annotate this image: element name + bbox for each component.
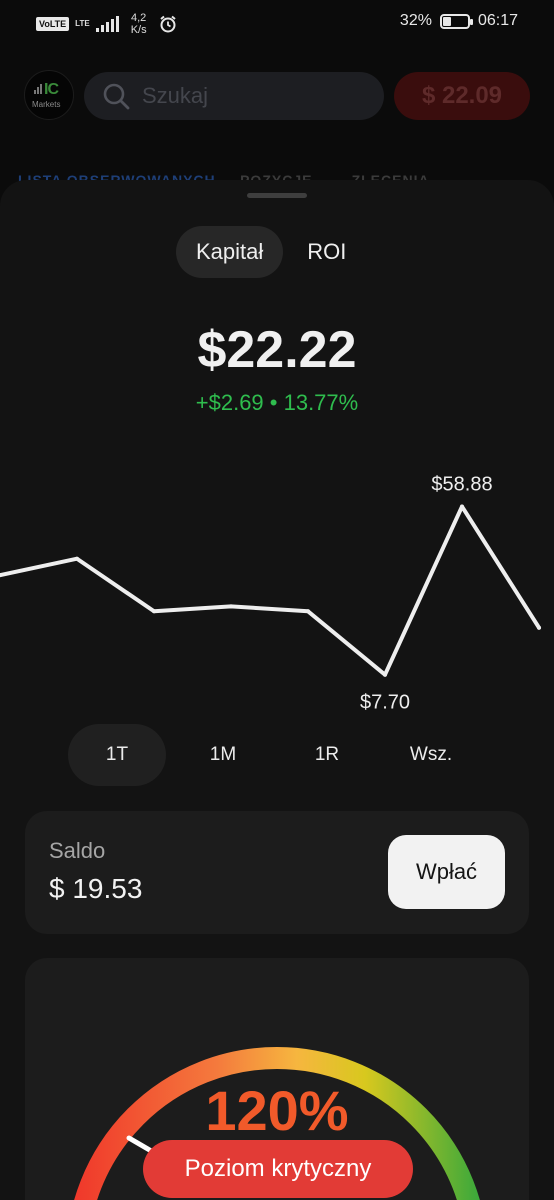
margin-level-card: 120% Poziom krytyczny [25, 958, 529, 1200]
equity-line [0, 504, 541, 677]
chart-point-3 [229, 604, 233, 609]
app-screen: VoLTE LTE 4,2 K/s 32% 06:17 IC Markets S… [0, 0, 554, 1200]
period-1r[interactable]: 1R [278, 724, 376, 786]
speed-value: 4,2 [130, 12, 147, 24]
chart-point-6 [460, 504, 464, 509]
app-top-bar: IC Markets Szukaj $ 22.09 [0, 66, 554, 126]
deposit-button[interactable]: Wpłać [388, 835, 505, 909]
chart-point-4 [306, 609, 310, 614]
chart-max-label: $58.88 [431, 474, 492, 496]
signal-icon [95, 16, 119, 32]
chart-point-2 [152, 609, 156, 614]
search-placeholder: Szukaj [142, 83, 209, 108]
period-selector: 1T 1M 1R Wsz. [68, 724, 508, 786]
sheet-drag-handle[interactable] [247, 193, 307, 198]
margin-level-value: 120% [205, 1079, 349, 1142]
metric-toggle: Kapitał ROI [176, 226, 366, 278]
lte-label: LTE [75, 19, 90, 28]
equity-change: +$2.69 • 13.77% [195, 390, 359, 415]
chart-min-label: $7.70 [360, 692, 410, 714]
toggle-equity[interactable]: Kapitał [176, 226, 284, 278]
equity-sheet: Kapitał ROI $22.22 +$2.69 • 13.77% $58.8… [0, 180, 554, 1200]
period-1m[interactable]: 1M [174, 724, 272, 786]
ic-markets-logo[interactable]: IC Markets [24, 70, 74, 120]
chart-point-1 [75, 556, 79, 561]
search-input[interactable]: Szukaj [84, 72, 384, 120]
speed-unit: K/s [130, 24, 147, 36]
chart-point-5 [383, 672, 387, 677]
balance-value: $ 19.53 [49, 873, 143, 904]
battery-icon [439, 13, 473, 29]
status-left: VoLTE LTE 4,2 K/s [36, 12, 177, 36]
alarm-clock-icon [159, 15, 176, 33]
equity-chart[interactable]: $58.88 $7.70 [0, 450, 554, 720]
balance-label: Saldo [49, 838, 106, 863]
period-all[interactable]: Wsz. [382, 724, 480, 786]
status-bar: VoLTE LTE 4,2 K/s 32% 06:17 [0, 0, 554, 46]
account-balance-button[interactable]: $ 22.09 [394, 72, 530, 120]
margin-status-badge: Poziom krytyczny [143, 1140, 413, 1198]
equity-value: $22.22 [197, 321, 357, 379]
logo-mark: IC [34, 81, 59, 99]
volte-badge: VoLTE [36, 17, 70, 31]
status-right: 32% 06:17 [400, 12, 518, 30]
balance-card: Saldo $ 19.53 Wpłać [25, 811, 529, 934]
battery-percent: 32% [399, 12, 432, 29]
toggle-roi[interactable]: ROI [287, 226, 366, 278]
period-1t[interactable]: 1T [68, 724, 166, 786]
chart-point-7 [537, 625, 541, 630]
network-speed: 4,2 K/s [131, 12, 147, 36]
logo-text: Markets [32, 100, 61, 109]
clock: 06:17 [477, 12, 518, 29]
search-icon [103, 83, 130, 110]
